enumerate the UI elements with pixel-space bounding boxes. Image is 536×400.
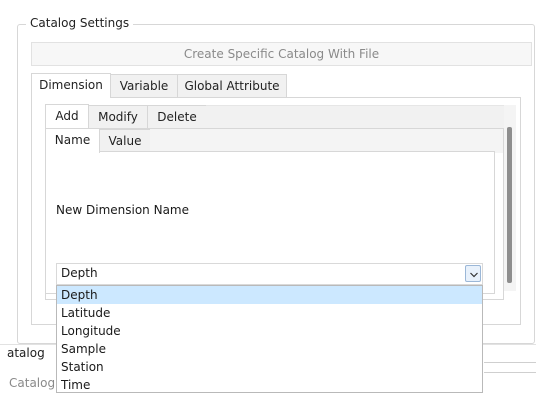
scrollbar-thumb[interactable] [507,127,512,283]
tab-name[interactable]: Name [45,128,100,153]
tab-global-attribute[interactable]: Global Attribute [177,74,287,98]
dimension-combo[interactable] [56,263,483,285]
action-tab-strip [206,105,504,129]
combo-selected-value: Depth [61,266,98,280]
tab-delete[interactable]: Delete [147,105,207,129]
option-time[interactable]: Time [57,376,482,394]
option-longitude[interactable]: Longitude [57,322,482,340]
dimension-dropdown-list: Depth Latitude Longitude Sample Station … [56,285,483,393]
option-station[interactable]: Station [57,358,482,376]
tab-modify[interactable]: Modify [88,105,148,129]
field-label: New Dimension Name [56,203,189,217]
option-sample[interactable]: Sample [57,340,482,358]
combo-dropdown-button[interactable] [465,265,481,282]
tab-add[interactable]: Add [45,104,89,129]
lower-label-1: atalog [7,346,45,360]
chevron-down-icon [470,272,478,278]
lower-field-border-2 [484,372,536,373]
lower-field-border [484,362,536,363]
tab-value[interactable]: Value [99,129,151,153]
lower-label-2: Catalog [9,376,56,390]
option-depth[interactable]: Depth [57,286,482,304]
group-title: Catalog Settings [26,16,134,30]
create-catalog-button[interactable]: Create Specific Catalog With File [31,42,532,66]
field-tab-strip [150,129,503,153]
tab-variable[interactable]: Variable [110,74,178,98]
tab-dimension[interactable]: Dimension [31,73,111,98]
option-latitude[interactable]: Latitude [57,304,482,322]
